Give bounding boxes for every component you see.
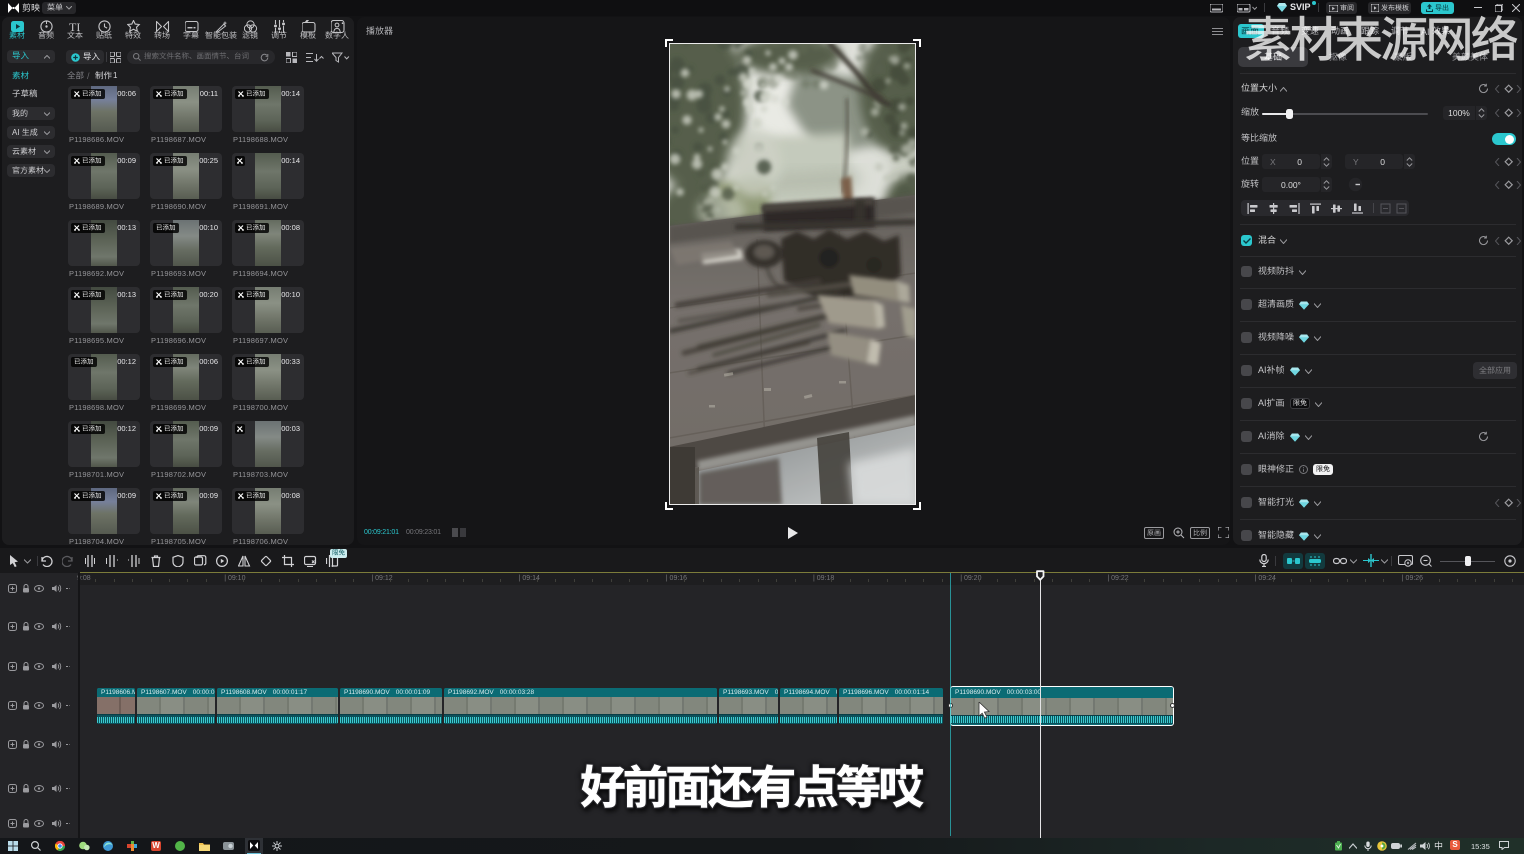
- svg-text:I: I: [1264, 365, 1267, 375]
- svg-text:I: I: [1264, 398, 1267, 408]
- svg-text:I: I: [17, 128, 19, 137]
- svg-text:I: I: [1264, 431, 1267, 441]
